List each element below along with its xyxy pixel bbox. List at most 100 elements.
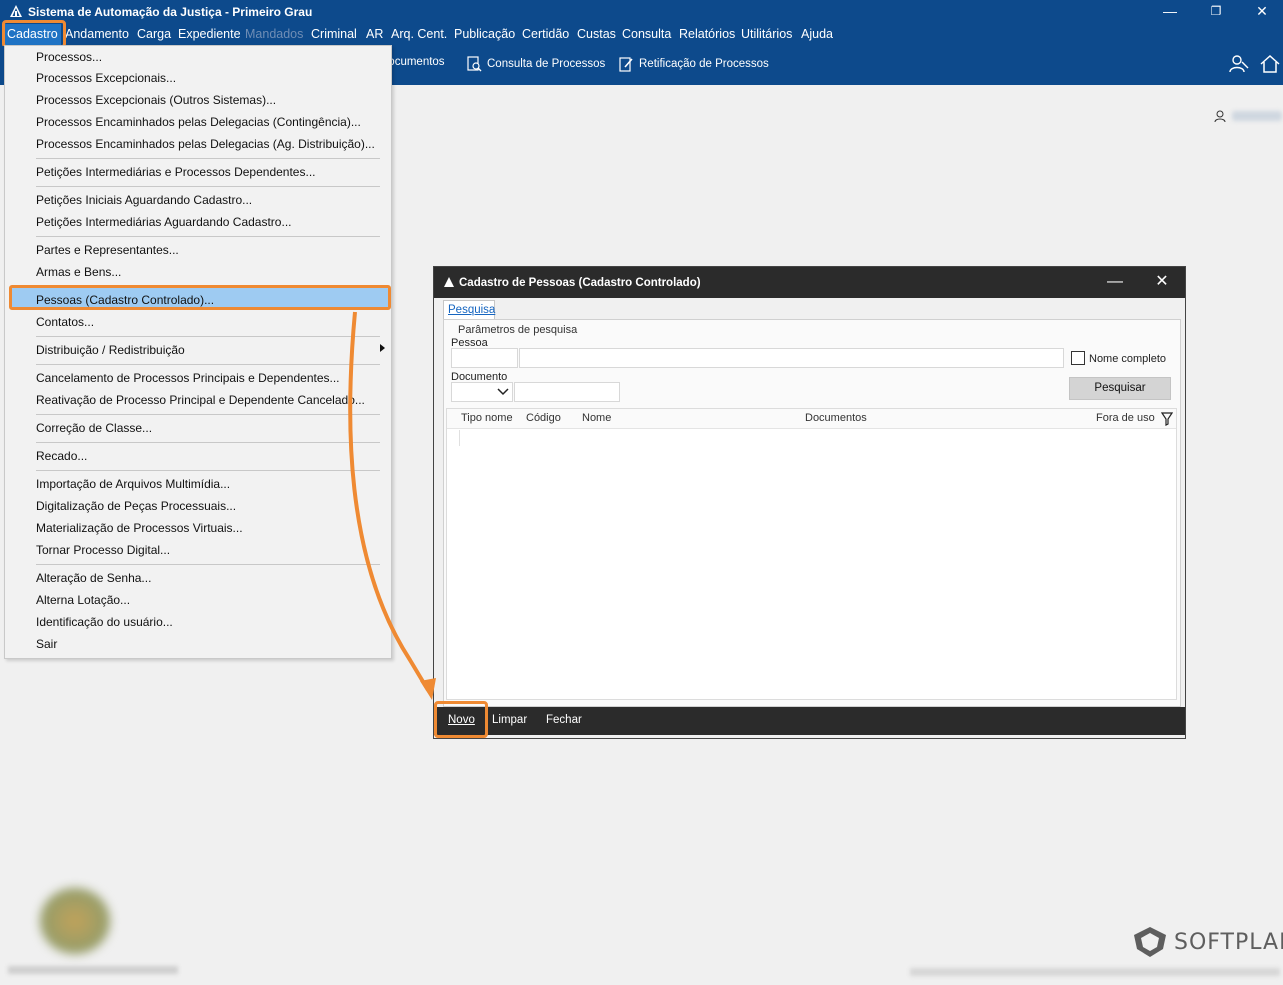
grid-header: Tipo nome Código Nome Documentos Fora de… xyxy=(447,409,1176,429)
home-icon[interactable] xyxy=(1259,53,1281,75)
dialog-title-bar: Cadastro de Pessoas (Cadastro Controlado… xyxy=(434,267,1185,298)
fechar-label: Fechar xyxy=(546,714,582,726)
menu-certidao[interactable]: Certidão xyxy=(522,27,569,41)
softplan-logo-icon xyxy=(1134,927,1166,957)
fechar-button[interactable]: Fechar xyxy=(546,714,582,726)
col-tipo-nome[interactable]: Tipo nome xyxy=(461,412,513,424)
menu-item-pessoas[interactable]: Pessoas (Cadastro Controlado)... xyxy=(36,293,214,307)
menu-carga[interactable]: Carga xyxy=(137,27,171,41)
menu-item-importacao-multimidia[interactable]: Importação de Arquivos Multimídia... xyxy=(36,477,230,491)
menu-item-peticoes-dependentes[interactable]: Petições Intermediárias e Processos Depe… xyxy=(36,165,315,179)
user-icon xyxy=(1214,110,1226,122)
menu-item-identificacao-usuario[interactable]: Identificação do usuário... xyxy=(36,615,173,629)
menu-item-digitalizacao[interactable]: Digitalização de Peças Processuais... xyxy=(36,499,236,513)
dialog-footer: Novo Limpar Fechar xyxy=(434,707,1185,735)
menu-custas[interactable]: Custas xyxy=(577,27,616,41)
menu-item-recado[interactable]: Recado... xyxy=(36,449,87,463)
cadastro-highlight xyxy=(2,20,66,48)
statusbar-blurred xyxy=(910,968,1280,976)
maximize-button[interactable]: ❐ xyxy=(1196,0,1236,24)
group-label: Parâmetros de pesquisa xyxy=(458,324,578,336)
menu-item-processos[interactable]: Processos... xyxy=(36,50,102,64)
documento-input[interactable] xyxy=(514,382,620,402)
menu-item-encaminhados-contingencia[interactable]: Processos Encaminhados pelas Delegacias … xyxy=(36,115,361,129)
novo-highlight xyxy=(434,701,488,738)
chevron-down-icon xyxy=(497,388,509,396)
nome-completo-label: Nome completo xyxy=(1089,353,1167,365)
tab-pesquisa-label: Pesquisa xyxy=(448,304,496,316)
menu-mandados: Mandados xyxy=(245,27,304,41)
toolbar-retificacao-processos[interactable]: Retificação de Processos xyxy=(618,56,769,72)
menu-separator xyxy=(36,364,380,365)
limpar-button[interactable]: Limpar xyxy=(492,714,527,726)
col-nome[interactable]: Nome xyxy=(582,412,611,424)
menu-item-encaminhados-distribuicao[interactable]: Processos Encaminhados pelas Delegacias … xyxy=(36,137,375,151)
menu-item-partes[interactable]: Partes e Representantes... xyxy=(36,243,179,257)
results-grid[interactable]: Tipo nome Código Nome Documentos Fora de… xyxy=(446,408,1177,700)
current-user xyxy=(1214,110,1282,122)
menu-item-cancelamento[interactable]: Cancelamento de Processos Principais e D… xyxy=(36,371,340,385)
pesquisar-button[interactable]: Pesquisar xyxy=(1069,377,1171,400)
menu-andamento[interactable]: Andamento xyxy=(65,27,129,41)
menu-ar[interactable]: AR xyxy=(366,27,383,41)
col-documentos[interactable]: Documentos xyxy=(805,412,867,424)
menu-separator xyxy=(36,236,380,237)
minimize-button[interactable]: — xyxy=(1150,0,1190,24)
tab-pesquisa[interactable]: Pesquisa xyxy=(443,300,495,320)
dialog-close-button[interactable]: ✕ xyxy=(1147,273,1177,293)
user-name-blurred xyxy=(1232,111,1282,121)
menu-ajuda[interactable]: Ajuda xyxy=(801,27,833,41)
softplan-text: SOFTPLAN xyxy=(1174,929,1283,955)
menu-separator xyxy=(36,564,380,565)
col-codigo[interactable]: Código xyxy=(526,412,561,424)
toolbar-consulta-processos[interactable]: Consulta de Processos xyxy=(466,56,605,72)
nome-completo-checkbox[interactable] xyxy=(1071,351,1085,365)
menu-item-processos-excepcionais-outros[interactable]: Processos Excepcionais (Outros Sistemas)… xyxy=(36,93,276,107)
menu-separator xyxy=(36,158,380,159)
filter-icon[interactable] xyxy=(1161,412,1173,426)
menu-bar: Cadastro Andamento Carga Expediente Mand… xyxy=(0,24,1283,46)
menu-item-armas-bens[interactable]: Armas e Bens... xyxy=(36,265,121,279)
close-button[interactable]: ✕ xyxy=(1242,0,1282,24)
menu-item-sair[interactable]: Sair xyxy=(36,637,57,651)
dialog-title: Cadastro de Pessoas (Cadastro Controlado… xyxy=(459,277,701,289)
menu-item-tornar-digital[interactable]: Tornar Processo Digital... xyxy=(36,543,170,557)
pessoa-code-input[interactable] xyxy=(451,348,518,368)
menu-relatorios[interactable]: Relatórios xyxy=(679,27,735,41)
dialog-minimize-button[interactable]: — xyxy=(1100,273,1130,293)
menu-item-distribuicao[interactable]: Distribuição / Redistribuição xyxy=(36,343,185,357)
menu-item-reativacao[interactable]: Reativação de Processo Principal e Depen… xyxy=(36,393,365,407)
menu-item-alterna-lotacao[interactable]: Alterna Lotação... xyxy=(36,593,130,607)
cadastro-dropdown: Processos... Processos Excepcionais... P… xyxy=(4,45,392,659)
menu-separator xyxy=(36,186,380,187)
documento-type-select[interactable] xyxy=(451,382,513,402)
softplan-logo: SOFTPLAN xyxy=(1132,925,1283,959)
menu-item-contatos[interactable]: Contatos... xyxy=(36,315,94,329)
grid-row-marker xyxy=(459,430,460,446)
users-icon[interactable] xyxy=(1228,53,1250,75)
menu-separator xyxy=(36,414,380,415)
menu-separator xyxy=(36,336,380,337)
col-fora-de-uso[interactable]: Fora de uso xyxy=(1096,412,1155,424)
pessoa-name-input[interactable] xyxy=(519,348,1064,368)
dialog-body: Parâmetros de pesquisa Pessoa Nome compl… xyxy=(443,319,1181,707)
menu-item-materializacao[interactable]: Materialização de Processos Virtuais... xyxy=(36,521,243,535)
menu-item-peticoes-iniciais[interactable]: Petições Iniciais Aguardando Cadastro... xyxy=(36,193,252,207)
toolbar-consulta-label: Consulta de Processos xyxy=(487,58,606,70)
window-title: Sistema de Automação da Justiça - Primei… xyxy=(28,5,313,19)
menu-item-alteracao-senha[interactable]: Alteração de Senha... xyxy=(36,571,151,585)
menu-item-processos-excepcionais[interactable]: Processos Excepcionais... xyxy=(36,71,176,85)
menu-arq-cent[interactable]: Arq. Cent. xyxy=(391,27,447,41)
menu-separator xyxy=(36,470,380,471)
menu-item-peticoes-intermediarias[interactable]: Petições Intermediárias Aguardando Cadas… xyxy=(36,215,291,229)
menu-publicacao[interactable]: Publicação xyxy=(454,27,515,41)
menu-separator xyxy=(36,442,380,443)
footer-text-blurred xyxy=(8,966,178,974)
app-logo-icon xyxy=(10,5,22,17)
menu-criminal[interactable]: Criminal xyxy=(311,27,357,41)
cadastro-pessoas-dialog: Cadastro de Pessoas (Cadastro Controlado… xyxy=(433,266,1186,739)
menu-item-correcao-classe[interactable]: Correção de Classe... xyxy=(36,421,152,435)
menu-utilitarios[interactable]: Utilitários xyxy=(741,27,792,41)
menu-expediente[interactable]: Expediente xyxy=(178,27,241,41)
menu-consulta[interactable]: Consulta xyxy=(622,27,671,41)
